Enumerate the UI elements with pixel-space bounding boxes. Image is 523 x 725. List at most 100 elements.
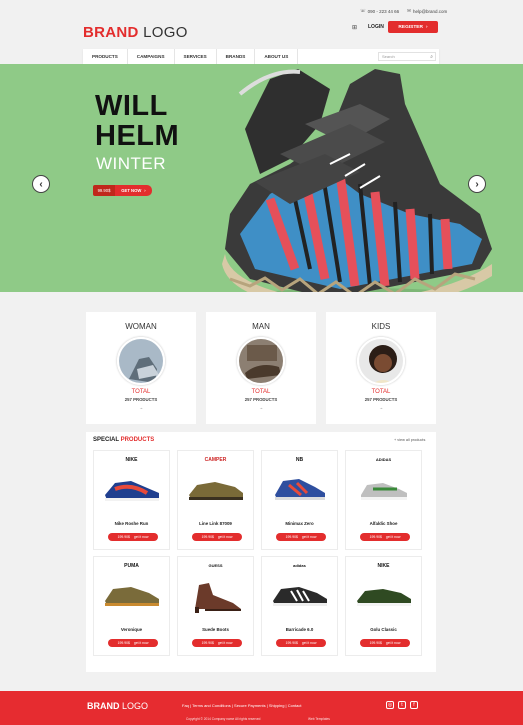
login-link[interactable]: LOGIN — [368, 24, 384, 30]
category-title: KIDS — [371, 322, 391, 331]
category-image-man — [237, 337, 285, 385]
arrow-right-icon[interactable]: → — [86, 405, 196, 410]
category-image-woman — [117, 337, 165, 385]
chevron-right-icon: › — [144, 188, 146, 193]
product-cta: get it now — [217, 535, 233, 539]
footer — [0, 691, 523, 725]
brand-logo-adidas: adidas — [293, 563, 306, 568]
product-price: 199.90$ — [201, 535, 214, 539]
product-image-minimax — [274, 479, 325, 500]
facebook-icon[interactable]: f — [410, 701, 418, 709]
contact-info: ☏ 090 - 223 44 66 ✉ help@brand.com — [360, 8, 447, 14]
category-count: 257 PRODUCTS — [244, 397, 278, 402]
register-label: REGISTER — [398, 24, 423, 30]
brand-logo-puma: PUMA — [124, 563, 139, 569]
search-placeholder: Search — [382, 54, 395, 59]
product-name: Line Link 87009 — [199, 521, 232, 526]
product-card[interactable]: ADIDAS Alfaldic Shoe 199.90$ get it now — [345, 450, 422, 550]
footer-brand-strong: BRAND — [87, 701, 120, 711]
product-card[interactable]: NIKE Golu Classic 199.90$ get it now — [345, 556, 422, 656]
get-it-now-button[interactable]: 199.90$ get it now — [192, 533, 242, 541]
search-input[interactable]: Search ⌕ — [378, 52, 436, 61]
product-cta: get it now — [301, 641, 317, 645]
category-card-woman[interactable]: WOMAN TOTAL 257 PRODUCTS → — [86, 312, 196, 424]
footer-links[interactable]: Faq | Terms and Conditions | Secure Paym… — [182, 703, 301, 708]
category-image-kids — [357, 337, 405, 385]
slider-next-button[interactable]: › — [468, 175, 486, 193]
product-image-veronique — [104, 587, 159, 606]
product-price: 199.90$ — [369, 641, 382, 645]
register-button[interactable]: REGISTER › — [388, 21, 438, 33]
nav-item-brands[interactable]: BRANDS — [217, 49, 256, 64]
view-all-products-link[interactable]: + view all products — [394, 438, 425, 442]
product-card[interactable]: PUMA Veronique 199.90$ get it now — [93, 556, 170, 656]
brand-logo-nb: NB — [295, 457, 304, 463]
category-card-kids[interactable]: KIDS TOTAL 257 PRODUCTS → — [326, 312, 436, 424]
product-image-line-link — [188, 482, 243, 500]
product-cta: get it now — [133, 641, 149, 645]
product-name: Minimax Zero — [285, 521, 314, 526]
nav-item-products[interactable]: PRODUCTS — [83, 49, 128, 64]
instagram-icon[interactable]: ◎ — [386, 701, 394, 709]
get-it-now-button[interactable]: 199.90$ get it now — [360, 533, 410, 541]
hero-slider: WILL HELM WINTER 99.90$ GET NOW › ‹ › — [0, 64, 523, 292]
get-it-now-button[interactable]: 199.90$ get it now — [276, 639, 326, 647]
phone: ☏ 090 - 223 44 66 — [360, 8, 399, 14]
product-card[interactable]: CAMPER Line Link 87009 199.90$ get it now — [177, 450, 254, 550]
nav-item-about[interactable]: ABOUT US — [255, 49, 299, 64]
brand-strong: BRAND — [83, 24, 139, 41]
special-title-a: SPECIAL — [93, 437, 119, 443]
product-name: Golu Classic — [370, 627, 397, 632]
search-icon[interactable]: ⌕ — [430, 54, 433, 60]
category-count: 257 PRODUCTS — [124, 397, 158, 402]
product-image-nike-roshe — [104, 481, 159, 501]
product-name: Suede Boots — [202, 627, 229, 632]
nav-item-services[interactable]: SERVICES — [175, 49, 217, 64]
chevron-right-icon: › — [475, 178, 479, 190]
category-card-man[interactable]: MAN TOTAL 257 PRODUCTS → — [206, 312, 316, 424]
get-it-now-button[interactable]: 199.90$ get it now — [108, 639, 158, 647]
product-image-golu-classic — [356, 589, 411, 606]
get-it-now-button[interactable]: 199.90$ get it now — [360, 639, 410, 647]
category-count: 257 PRODUCTS — [364, 397, 398, 402]
hero-get-now-button[interactable]: GET NOW › — [115, 185, 152, 196]
product-price: 199.90$ — [285, 641, 298, 645]
get-it-now-button[interactable]: 199.90$ get it now — [192, 639, 242, 647]
category-title: WOMAN — [125, 322, 157, 331]
product-image-alfaldic — [360, 483, 407, 500]
cart-icon[interactable]: ⊞ — [352, 24, 357, 31]
special-products-title: SPECIAL PRODUCTS — [93, 437, 154, 443]
brand-logo-adidas: ADIDAS — [375, 457, 392, 462]
get-it-now-button[interactable]: 199.90$ get it now — [276, 533, 326, 541]
product-name: Alfaldic Shoe — [369, 521, 398, 526]
brand-logo-guess: GUESS — [208, 563, 223, 568]
get-it-now-button[interactable]: 199.90$ get it now — [108, 533, 158, 541]
arrow-right-icon[interactable]: → — [326, 405, 436, 410]
hero-title-line1: WILL — [95, 90, 168, 122]
phone-icon: ☏ — [360, 8, 366, 13]
product-card[interactable]: GUESS Suede Boots 199.90$ get it now — [177, 556, 254, 656]
hero-shoe-image — [222, 69, 492, 292]
hero-title: WILL HELM — [95, 91, 179, 151]
product-price: 199.90$ — [369, 535, 382, 539]
email[interactable]: ✉ help@brand.com — [407, 8, 447, 14]
product-card[interactable]: NB Minimax Zero 199.90$ get it now — [261, 450, 338, 550]
slider-prev-button[interactable]: ‹ — [32, 175, 50, 193]
nav-item-campaigns[interactable]: CAMPAIGNS — [128, 49, 175, 64]
twitter-icon[interactable]: t — [398, 701, 406, 709]
product-name: Veronique — [120, 627, 143, 632]
product-card[interactable]: NIKE Nike Roshe Run 199.90$ get it now — [93, 450, 170, 550]
brand-logo-nike: NIKE — [125, 457, 138, 463]
brand-logo[interactable]: BRAND LOGO — [83, 24, 188, 41]
hero-title-line2: HELM — [95, 120, 180, 152]
category-title: MAN — [252, 322, 270, 331]
product-card[interactable]: adidas Barricade 6.0 199.90$ get it now — [261, 556, 338, 656]
footer-brand-logo[interactable]: BRAND LOGO — [87, 701, 148, 711]
product-cta: get it now — [301, 535, 317, 539]
product-image-barricade — [272, 587, 327, 606]
arrow-right-icon[interactable]: → — [206, 405, 316, 410]
product-image-suede-boots — [194, 583, 241, 613]
product-cta: get it now — [133, 535, 149, 539]
phone-text: 090 - 223 44 66 — [367, 8, 400, 14]
product-price: 199.90$ — [117, 535, 130, 539]
